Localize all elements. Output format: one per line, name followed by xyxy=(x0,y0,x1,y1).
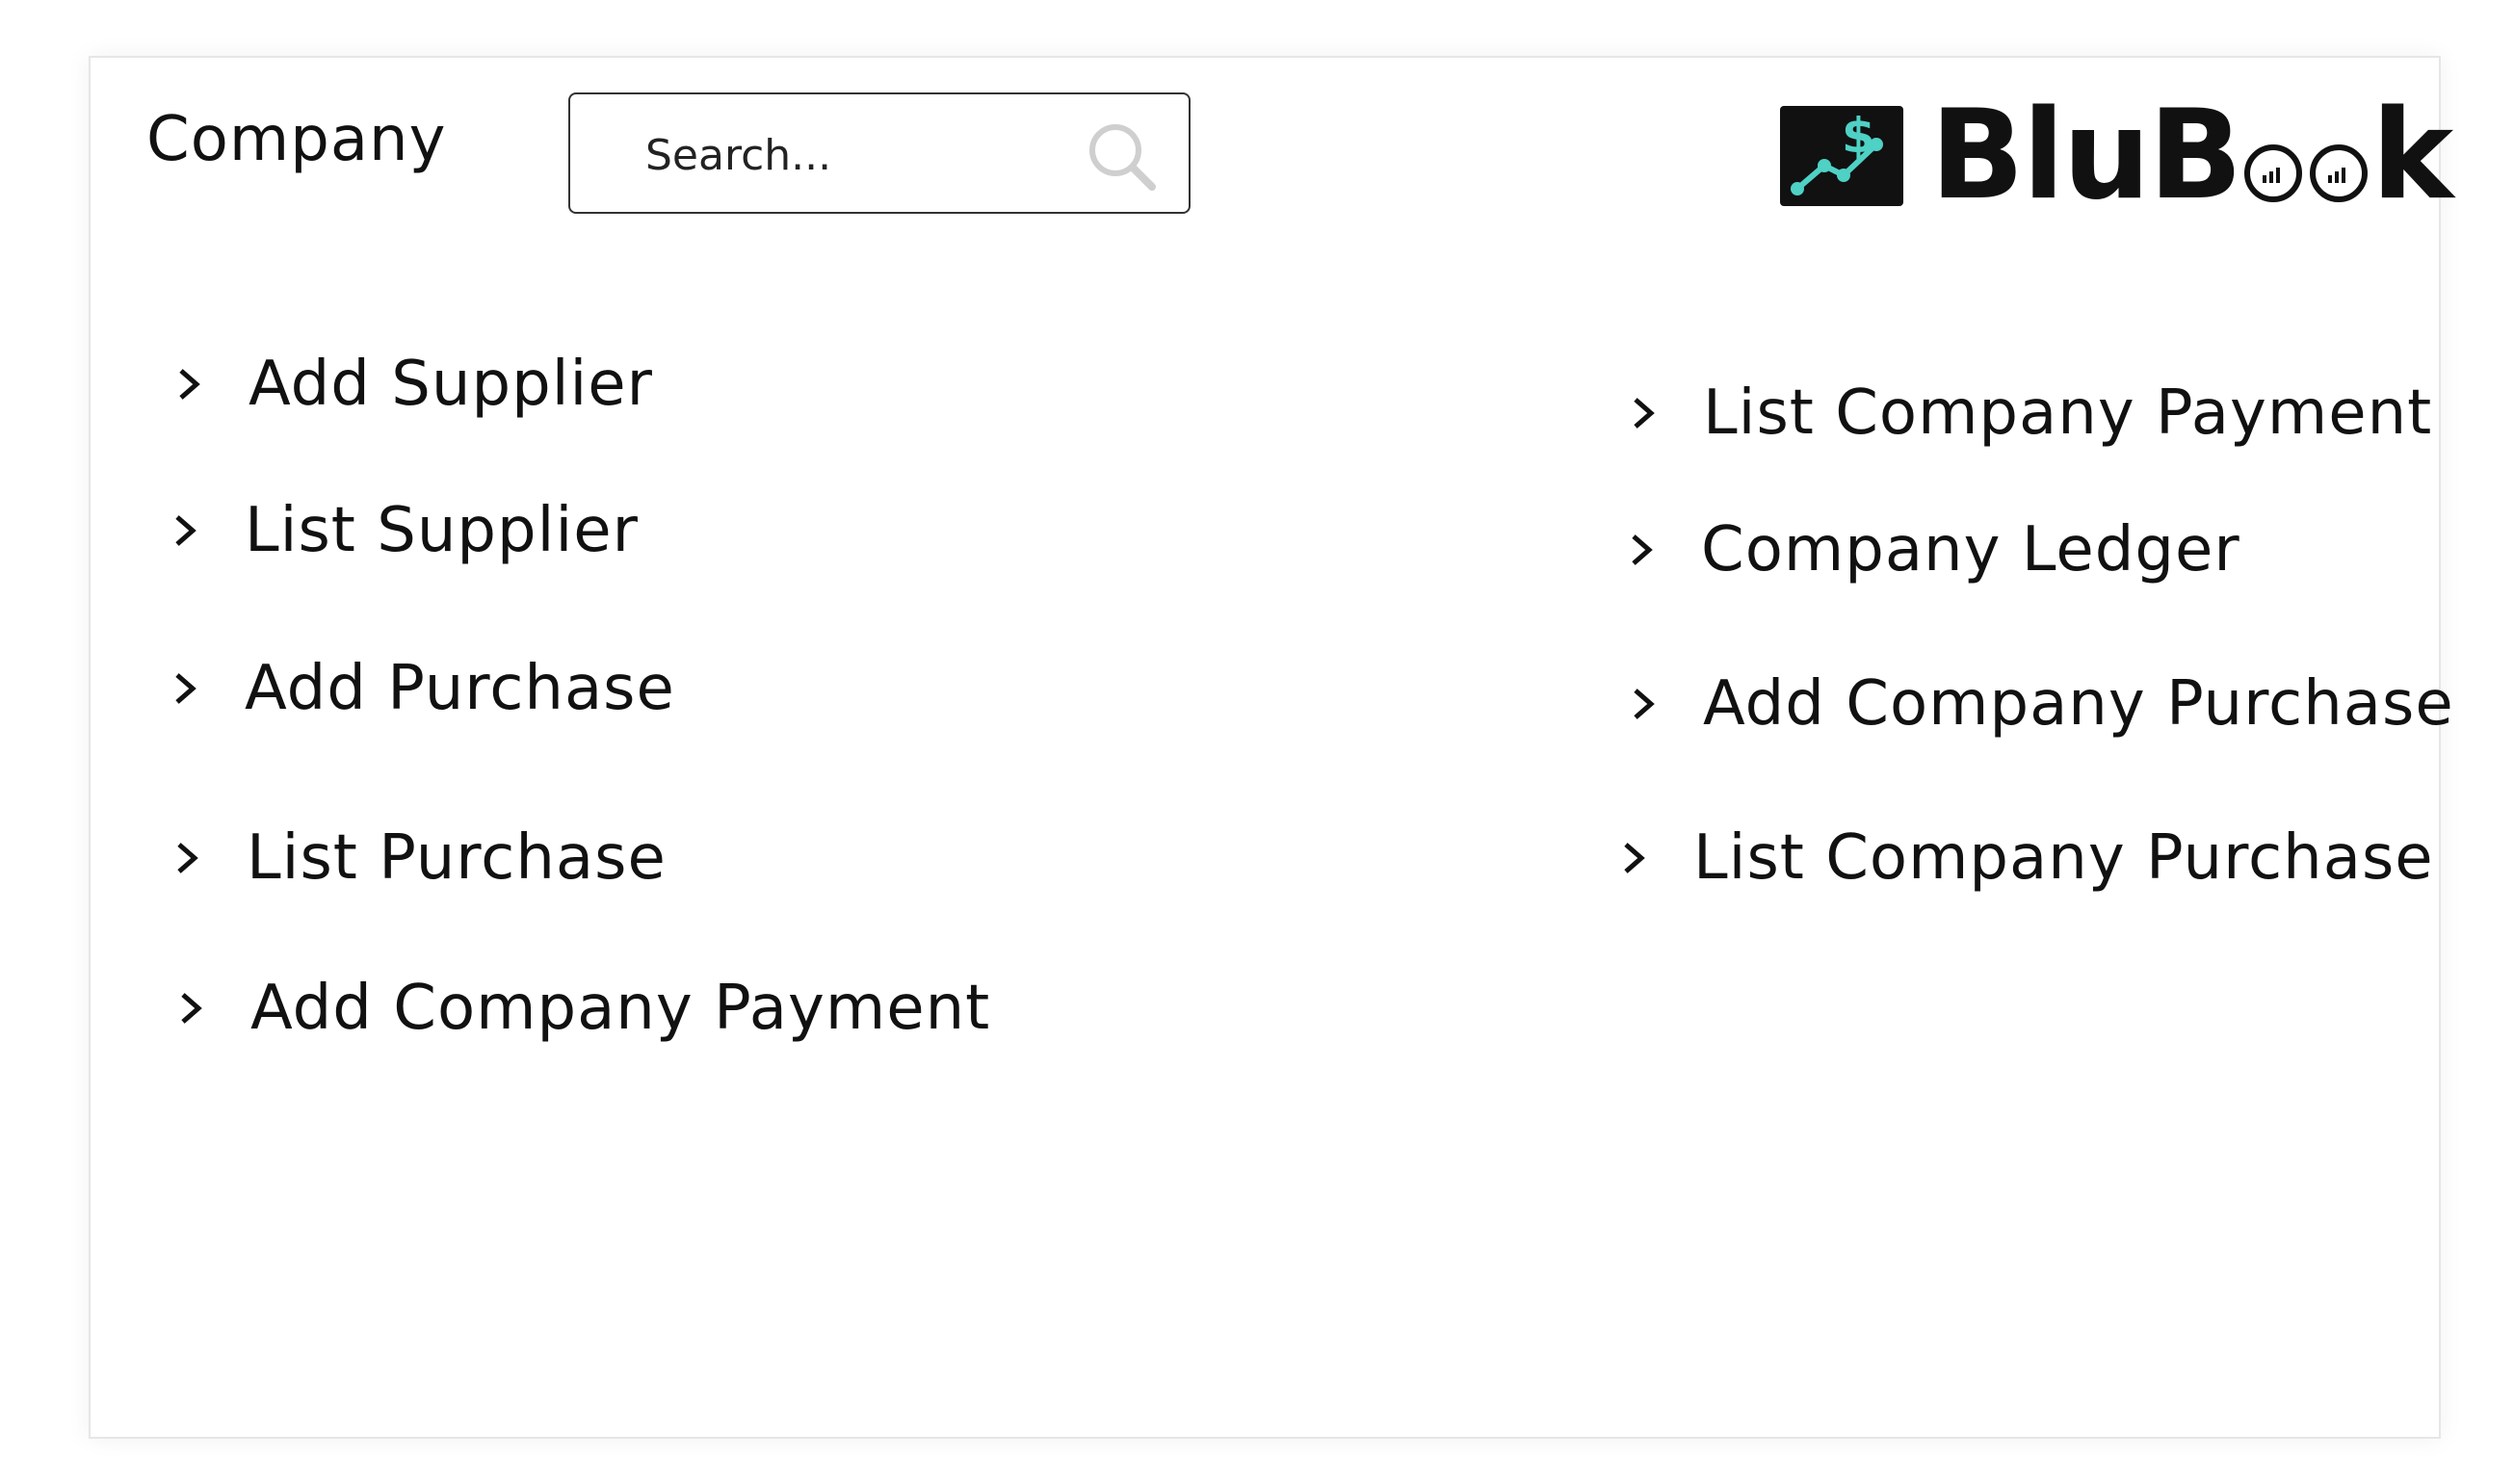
chevron-right-icon xyxy=(1624,843,1645,873)
search-box[interactable] xyxy=(568,92,1191,214)
menu-item-list-company-purchase[interactable]: List Company Purchase xyxy=(1614,822,2434,894)
menu-item-label: Company Ledger xyxy=(1701,514,2240,586)
chevron-right-icon xyxy=(177,843,198,873)
menu-item-list-supplier[interactable]: List Supplier xyxy=(166,495,639,566)
menu-item-label: Add Company Purchase xyxy=(1703,668,2454,740)
logo-text-suffix: k xyxy=(2371,84,2453,227)
menu-item-list-purchase[interactable]: List Purchase xyxy=(168,822,667,894)
menu-item-label: List Supplier xyxy=(245,495,639,566)
dollar-chart-icon: $ xyxy=(1780,106,1903,206)
logo-text-prefix: BluB xyxy=(1930,84,2242,227)
search-icon[interactable] xyxy=(1083,117,1160,195)
blubook-logo: $ BluB k xyxy=(1780,84,2453,227)
chart-o-icon xyxy=(2310,144,2369,202)
chevron-right-icon xyxy=(1632,534,1653,565)
menu-item-add-supplier[interactable]: Add Supplier xyxy=(170,349,653,420)
menu-item-add-purchase[interactable]: Add Purchase xyxy=(166,653,675,724)
search-input[interactable] xyxy=(643,117,1061,193)
menu-item-company-ledger[interactable]: Company Ledger xyxy=(1622,514,2240,586)
chevron-right-icon xyxy=(181,993,202,1024)
menu-item-label: List Company Payment xyxy=(1703,378,2433,449)
menu-item-label: Add Company Payment xyxy=(250,973,991,1044)
menu-item-label: Add Purchase xyxy=(245,653,675,724)
menu-item-add-company-purchase[interactable]: Add Company Purchase xyxy=(1624,668,2454,740)
logo-wordmark: BluB k xyxy=(1930,84,2453,227)
menu-item-label: Add Supplier xyxy=(249,349,653,420)
chevron-right-icon xyxy=(1634,398,1655,429)
chevron-right-icon xyxy=(175,673,196,704)
menu-item-list-company-payment[interactable]: List Company Payment xyxy=(1624,378,2432,449)
menu-item-label: List Purchase xyxy=(247,822,667,894)
menu-item-add-company-payment[interactable]: Add Company Payment xyxy=(171,973,990,1044)
chevron-right-icon xyxy=(175,515,196,546)
menu-item-label: List Company Purchase xyxy=(1693,822,2434,894)
company-panel: Company $ BluB xyxy=(89,56,2453,1439)
chevron-right-icon xyxy=(179,369,200,400)
svg-text:$: $ xyxy=(1842,108,1875,164)
chart-o-icon xyxy=(2244,144,2303,202)
page-title: Company xyxy=(146,104,447,175)
chevron-right-icon xyxy=(1634,689,1655,719)
